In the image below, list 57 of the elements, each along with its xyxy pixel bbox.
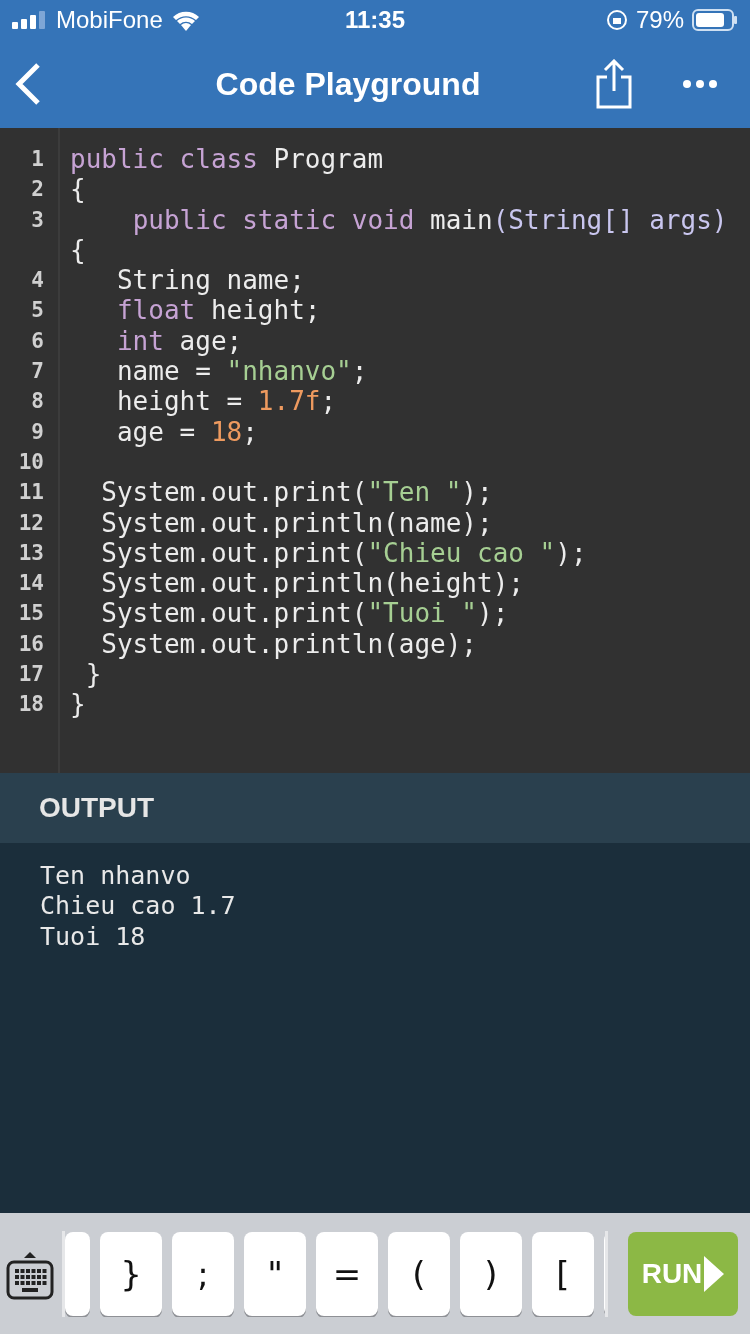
code-line: System.out.println(age); <box>100 628 478 660</box>
line-number: 4 <box>30 267 44 295</box>
symbol-key[interactable]: ) <box>460 1231 522 1316</box>
line-number: 8 <box>30 388 44 416</box>
line-number: 18 <box>17 691 44 719</box>
symbol-key[interactable]: = <box>316 1231 378 1316</box>
line-number: 6 <box>30 327 44 355</box>
symbol-key[interactable]: ; <box>172 1231 234 1316</box>
symbol-key[interactable]: [ <box>532 1231 594 1316</box>
line-number: 11 <box>17 479 44 507</box>
line-number: 17 <box>17 661 44 689</box>
code-line: } <box>70 689 87 720</box>
line-number: 16 <box>17 630 44 658</box>
code-line: float height; <box>115 295 322 326</box>
line-number: 2 <box>30 176 44 204</box>
signal-icon <box>12 11 48 29</box>
symbol-key[interactable]: " <box>244 1231 306 1316</box>
line-number: 9 <box>30 418 44 446</box>
code-line: System.out.println(name); <box>100 507 494 538</box>
line-number: 1 <box>30 146 44 173</box>
battery-icon <box>692 9 738 31</box>
line-number: 7 <box>30 358 44 386</box>
line-number: 5 <box>30 297 44 325</box>
code-line: System.out.println(height); <box>100 568 525 599</box>
code-line: System.out.print("Chieu cao "); <box>100 537 588 569</box>
symbol-key[interactable]: ( <box>388 1231 450 1316</box>
code-line: name = "nhanvo"; <box>115 356 369 387</box>
code-line: System.out.print("Tuoi "); <box>100 598 510 629</box>
symbol-key[interactable]: } <box>100 1231 162 1316</box>
line-number: 10 <box>17 448 44 476</box>
output-line: Chieu cao 1.7 <box>40 891 237 922</box>
code-line: int age; <box>115 325 244 357</box>
battery-percent: 79% <box>635 6 684 34</box>
code-line: } <box>84 659 103 690</box>
code-line: age = 18; <box>115 416 259 447</box>
code-line: public class Program <box>70 144 385 175</box>
more-icon[interactable] <box>682 79 718 89</box>
back-icon[interactable] <box>14 62 42 106</box>
clock-time: 11:35 <box>344 6 406 34</box>
line-number: 13 <box>17 539 44 567</box>
line-number: 14 <box>17 570 44 598</box>
line-number: 12 <box>17 509 44 537</box>
code-line: height = 1.7f; <box>115 386 338 417</box>
code-line: System.out.print("Ten "); <box>100 477 494 508</box>
rotation-lock-icon <box>605 9 628 31</box>
carrier-name: MobiFone <box>56 6 163 34</box>
code-line: public static void main(String[] args) { <box>70 204 729 266</box>
output-line: Ten nhanvo <box>40 861 192 892</box>
code-line: { <box>70 174 87 205</box>
screen-title: Code Playground <box>214 65 482 103</box>
line-number: 3 <box>30 206 44 234</box>
line-number: 15 <box>17 600 44 628</box>
play-icon <box>704 1255 725 1292</box>
output-line: Tuoi 18 <box>40 921 147 952</box>
code-line: String name; <box>115 265 306 296</box>
output-heading: OUTPUT <box>39 792 155 824</box>
share-icon[interactable] <box>594 59 634 109</box>
